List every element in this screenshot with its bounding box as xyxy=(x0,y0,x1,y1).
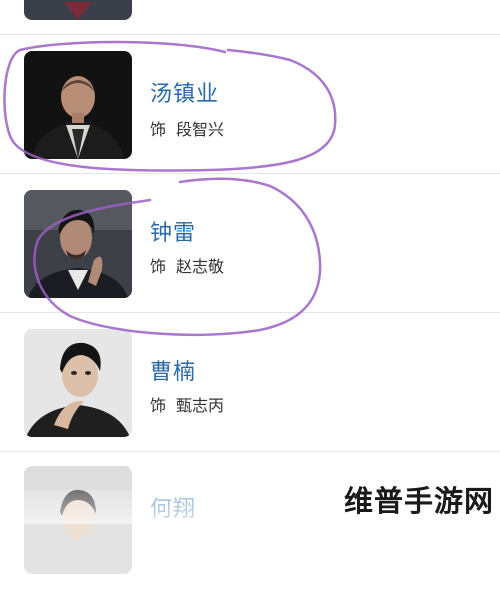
character-name: 段智兴 xyxy=(176,120,225,139)
role-line: 饰甄志丙 xyxy=(150,392,224,416)
role-prefix: 饰 xyxy=(150,120,167,139)
cast-item[interactable]: 何翔 xyxy=(0,452,500,592)
cast-list: 汤镇业 饰段智兴 钟雷 饰赵志敬 曹楠 饰 甄志丙 何翔 xyxy=(0,0,500,574)
cast-item[interactable]: 曹楠 饰甄志丙 xyxy=(0,313,500,453)
actor-photo xyxy=(24,466,132,574)
character-name: 赵志敬 xyxy=(176,257,225,276)
actor-name[interactable]: 曹楠 xyxy=(150,354,196,386)
role-line: 饰赵志敬 xyxy=(150,253,224,277)
actor-photo xyxy=(24,0,132,20)
actor-photo xyxy=(24,329,132,437)
role-prefix: 饰 xyxy=(150,396,167,415)
actor-photo xyxy=(24,190,132,298)
cast-item[interactable]: 钟雷 饰赵志敬 xyxy=(0,174,500,314)
watermark-logo: 维普手游网 xyxy=(343,484,494,518)
cast-item[interactable]: 汤镇业 饰段智兴 xyxy=(0,35,500,175)
role-prefix: 饰 xyxy=(150,257,167,276)
actor-name[interactable]: 何翔 xyxy=(150,491,196,523)
actor-photo xyxy=(24,51,132,159)
actor-name[interactable]: 钟雷 xyxy=(150,215,196,247)
character-name: 甄志丙 xyxy=(176,396,225,415)
role-line: 饰段智兴 xyxy=(150,116,224,140)
actor-name[interactable]: 汤镇业 xyxy=(150,76,219,108)
